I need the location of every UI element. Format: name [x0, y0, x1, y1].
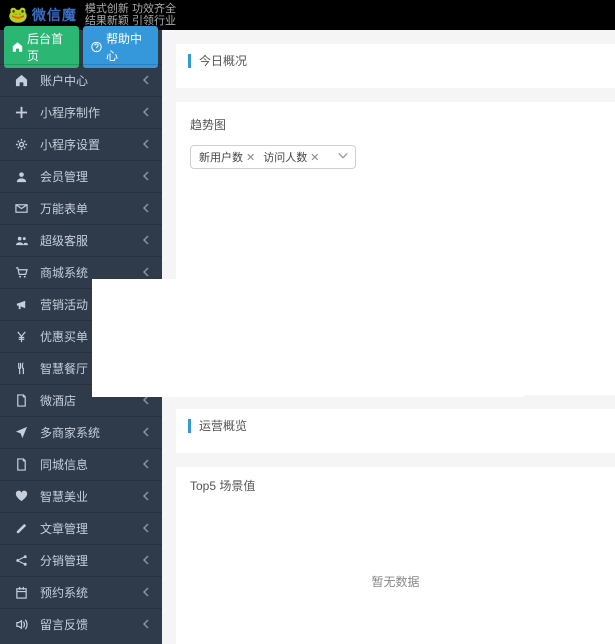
slogan-line-1: 模式创新 功效齐全: [85, 3, 176, 15]
empty-text: 暂无数据: [371, 573, 419, 590]
chevron-left-icon: [142, 490, 150, 504]
chevron-left-icon: [142, 202, 150, 216]
nav-item-user[interactable]: 会员管理: [0, 160, 162, 192]
tag-label: 访问人数: [263, 149, 307, 165]
chevron-left-icon: [142, 138, 150, 152]
file-icon: [14, 458, 28, 472]
chevron-left-icon: [142, 586, 150, 600]
chevron-left-icon: [142, 266, 150, 280]
logo-icon: 🐸: [8, 5, 28, 25]
nav-item-envelope[interactable]: 万能表单: [0, 192, 162, 224]
utensils-icon: [14, 362, 28, 376]
pencil-icon: [14, 522, 28, 536]
envelope-icon: [14, 202, 28, 216]
chevron-left-icon: [142, 106, 150, 120]
nav-item-label: 小程序制作: [40, 104, 142, 121]
bullhorn-icon: [14, 298, 28, 312]
nav-item-label: 预约系统: [40, 584, 142, 601]
nav-item-label: 万能表单: [40, 200, 142, 217]
nav-item-label: 小程序设置: [40, 136, 142, 153]
tab-home-label: 后台首页: [27, 30, 71, 64]
nav-item-label: 会员管理: [40, 168, 142, 185]
top5-scene-empty: 暂无数据: [190, 506, 601, 644]
plus-icon: [14, 106, 28, 120]
tab-help-label: 帮助中心: [106, 30, 150, 64]
chevron-left-icon: [142, 554, 150, 568]
chevron-left-icon: [142, 618, 150, 632]
ops-overview-title: 运营概览: [188, 419, 603, 433]
user-icon: [14, 170, 28, 184]
chevron-down-icon: [337, 150, 349, 165]
tab-home[interactable]: 后台首页: [4, 26, 79, 68]
nav-item-calendar[interactable]: 预约系统: [0, 576, 162, 608]
nav-item-heart[interactable]: 智慧美业: [0, 480, 162, 512]
chevron-left-icon: [142, 74, 150, 88]
nav-item-label: 账户中心: [40, 72, 142, 89]
heart-icon: [14, 490, 28, 504]
nav-item-label: 智慧美业: [40, 488, 142, 505]
cart-icon: [14, 266, 28, 280]
gear-icon: [14, 138, 28, 152]
nav-item-gear[interactable]: 小程序设置: [0, 128, 162, 160]
nav-item-volume[interactable]: 留言反馈: [0, 608, 162, 640]
logo-text: 微信魔: [32, 5, 77, 25]
chevron-left-icon: [142, 458, 150, 472]
nav-item-label: 分销管理: [40, 552, 142, 569]
chevron-left-icon: [142, 170, 150, 184]
nav-item-plus[interactable]: 小程序制作: [0, 96, 162, 128]
today-overview-title: 今日概况: [188, 54, 603, 68]
chevron-left-icon: [142, 426, 150, 440]
tab-help[interactable]: 帮助中心: [83, 26, 158, 68]
tag-remove-icon[interactable]: ✕: [246, 151, 255, 164]
chevron-left-icon: [142, 522, 150, 536]
nav-item-share[interactable]: 分销管理: [0, 544, 162, 576]
trend-chart-title: 趋势图: [190, 116, 601, 133]
calendar-icon: [14, 586, 28, 600]
group-icon: [14, 234, 28, 248]
sidebar-tabs: 后台首页 帮助中心: [0, 30, 162, 64]
overlay-blank: [92, 279, 524, 397]
nav-item-group[interactable]: 超级客服: [0, 224, 162, 256]
tag-remove-icon[interactable]: ✕: [310, 151, 319, 164]
volume-icon: [14, 618, 28, 632]
ops-overview-panel: 运营概览: [176, 409, 615, 453]
nav-item-plane[interactable]: 多商家系统: [0, 416, 162, 448]
chevron-left-icon: [142, 234, 150, 248]
trend-metric-select[interactable]: 新用户数 ✕ 访问人数 ✕: [190, 145, 356, 169]
nav-item-pencil[interactable]: 文章管理: [0, 512, 162, 544]
nav-item-label: 留言反馈: [40, 616, 142, 633]
tag-label: 新用户数: [199, 149, 243, 165]
nav-item-file[interactable]: 同城信息: [0, 448, 162, 480]
tag-new-users: 新用户数 ✕: [197, 148, 257, 166]
tag-visitors: 访问人数 ✕: [261, 148, 321, 166]
yen-icon: [14, 330, 28, 344]
plane-icon: [14, 426, 28, 440]
nav-item-label: 超级客服: [40, 232, 142, 249]
nav-item-label: 多商家系统: [40, 424, 142, 441]
nav-item-label: 文章管理: [40, 520, 142, 537]
file-icon: [14, 394, 28, 408]
share-icon: [14, 554, 28, 568]
today-overview-panel: 今日概况: [176, 44, 615, 88]
nav-item-label: 同城信息: [40, 456, 142, 473]
top5-scene-panel: Top5 场景值 暂无数据: [176, 467, 615, 644]
slogan: 模式创新 功效齐全 结果新颖 引领行业: [85, 3, 176, 27]
logo: 🐸 微信魔: [8, 5, 77, 25]
top5-scene-title: Top5 场景值: [190, 477, 601, 494]
home-icon: [14, 74, 28, 88]
nav-item-home[interactable]: 账户中心: [0, 64, 162, 96]
